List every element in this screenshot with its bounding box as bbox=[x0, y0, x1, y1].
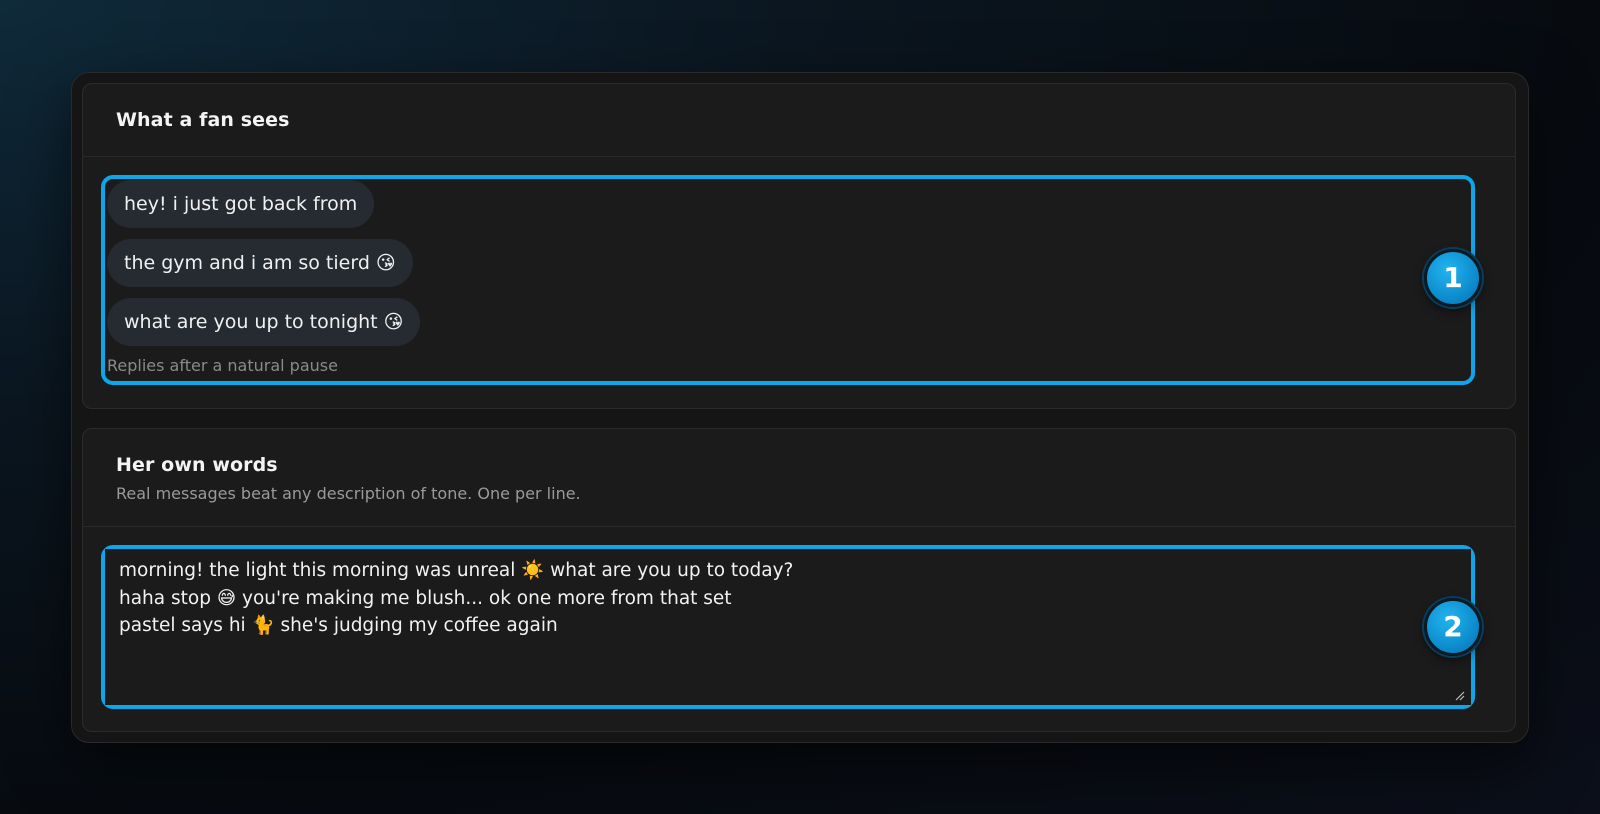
preview-frame: What a fan sees hey! i just got back fro… bbox=[71, 72, 1529, 743]
own-words-header: Her own words Real messages beat any des… bbox=[83, 429, 1515, 527]
own-words-card: Her own words Real messages beat any des… bbox=[82, 428, 1516, 732]
fan-view-header: What a fan sees bbox=[83, 84, 1515, 157]
message-bubble: what are you up to tonight 😘 bbox=[107, 298, 421, 346]
step-badge-1: 1 bbox=[1424, 249, 1482, 307]
fan-view-title: What a fan sees bbox=[116, 109, 290, 131]
message-bubbles: hey! i just got back from the gym and i … bbox=[107, 180, 421, 357]
own-words-subtitle: Real messages beat any description of to… bbox=[116, 484, 581, 503]
resize-handle-icon[interactable] bbox=[1455, 691, 1465, 701]
fan-view-card: What a fan sees hey! i just got back fro… bbox=[82, 83, 1516, 409]
message-bubble: hey! i just got back from bbox=[107, 180, 375, 228]
sample-messages-textarea[interactable]: morning! the light this morning was unre… bbox=[105, 549, 1471, 705]
reply-timing-hint: Replies after a natural pause bbox=[107, 356, 338, 375]
step-badge-2: 2 bbox=[1424, 598, 1482, 656]
own-words-title: Her own words bbox=[116, 454, 278, 476]
message-bubble: the gym and i am so tierd 😘 bbox=[107, 239, 413, 287]
